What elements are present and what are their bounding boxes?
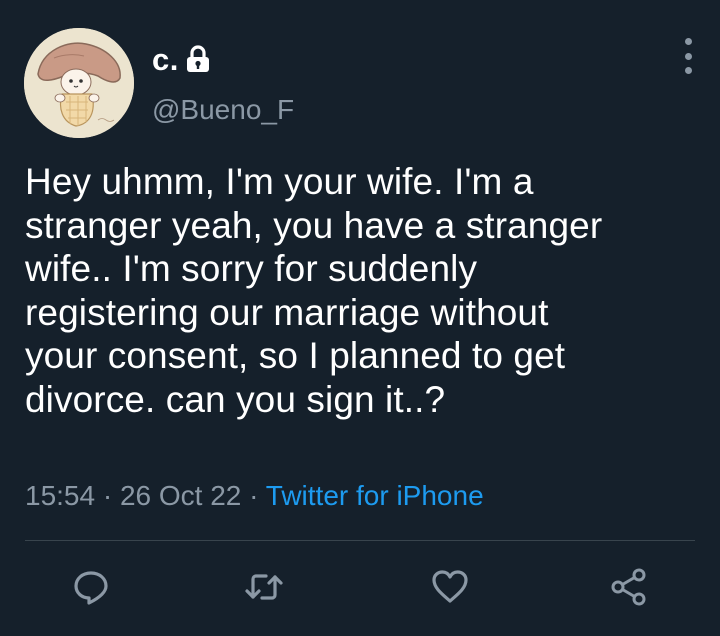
meta-separator: · — [102, 480, 120, 511]
more-dot-icon — [684, 52, 692, 60]
meta-separator: · — [249, 480, 266, 511]
tweet-source-link[interactable]: Twitter for iPhone — [266, 480, 484, 511]
like-button[interactable] — [425, 562, 475, 612]
retweet-button[interactable] — [239, 562, 289, 612]
retweet-icon — [245, 574, 283, 600]
mushroom-character-icon — [24, 28, 134, 138]
display-name[interactable]: c. — [152, 42, 179, 78]
more-options-button[interactable] — [676, 36, 700, 76]
action-bar — [0, 562, 720, 612]
reply-icon — [74, 571, 108, 605]
author-handle[interactable]: @Bueno_F — [152, 94, 294, 126]
tweet-text: Hey uhmm, I'm your wife. I'm a stranger … — [25, 161, 603, 420]
share-icon — [611, 568, 646, 606]
share-button[interactable] — [604, 562, 654, 612]
tweet-meta: 15:54 · 26 Oct 22 · Twitter for iPhone — [25, 480, 484, 512]
reply-button[interactable] — [66, 562, 116, 612]
more-dot-icon — [684, 38, 692, 45]
lock-icon — [185, 45, 211, 73]
tweet-time[interactable]: 15:54 — [25, 480, 95, 511]
more-dot-icon — [684, 67, 692, 74]
avatar[interactable] — [24, 28, 134, 138]
tweet-date[interactable]: 26 Oct 22 — [120, 480, 241, 511]
author-name-row[interactable]: c. — [152, 40, 211, 80]
heart-icon — [432, 570, 468, 603]
divider — [25, 540, 695, 541]
